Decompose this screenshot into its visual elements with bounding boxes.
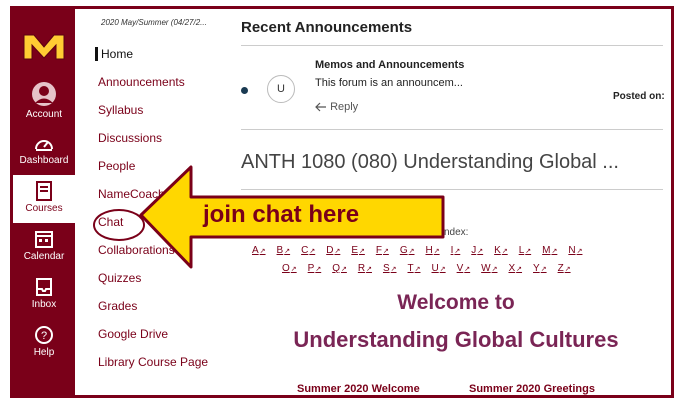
course-nav-people[interactable]: People <box>98 159 135 173</box>
index-link[interactable]: I <box>451 245 461 256</box>
nav-calendar-label: Calendar <box>23 251 65 262</box>
course-nav-grades[interactable]: Grades <box>98 299 137 313</box>
course-nav-discussions[interactable]: Discussions <box>98 131 162 145</box>
course-title: ANTH 1080 (080) Understanding Global ... <box>241 151 619 173</box>
course-nav-library[interactable]: Library Course Page <box>98 355 208 369</box>
summer-welcome-link[interactable]: Summer 2020 Welcome <box>297 383 420 395</box>
index-link[interactable]: T <box>408 263 421 274</box>
chat-highlight-circle <box>93 209 145 241</box>
nav-inbox[interactable]: Inbox <box>13 277 75 310</box>
welcome-heading-line2: Understanding Global Cultures <box>293 327 619 352</box>
nav-courses[interactable]: Courses <box>13 175 75 223</box>
index-link[interactable]: L <box>519 245 531 256</box>
index-link[interactable]: D <box>326 245 340 256</box>
nav-inbox-label: Inbox <box>31 299 57 310</box>
nav-dashboard[interactable]: Dashboard <box>13 135 75 166</box>
index-link[interactable]: A <box>252 245 266 256</box>
courses-icon <box>36 181 52 201</box>
term-label: 2020 May/Summer (04/27/2... <box>101 18 207 27</box>
index-link[interactable]: Z <box>558 263 571 274</box>
index-link[interactable]: Y <box>533 263 547 274</box>
nav-help[interactable]: ? Help <box>13 325 75 358</box>
nav-calendar[interactable]: Calendar <box>13 229 75 262</box>
announcement-excerpt: This forum is an announcem... <box>315 77 463 89</box>
callout-text: join chat here <box>203 201 360 228</box>
university-logo[interactable] <box>22 31 66 61</box>
index-link[interactable]: V <box>457 263 471 274</box>
course-nav-home[interactable]: Home <box>95 47 133 61</box>
help-icon: ? <box>35 326 53 344</box>
account-icon <box>32 82 56 106</box>
welcome-heading-line1: Welcome to <box>397 291 515 314</box>
reply-link[interactable]: Reply <box>315 101 358 113</box>
nav-account-label: Account <box>25 109 63 120</box>
index-link[interactable]: Q <box>332 263 347 274</box>
course-nav: 2020 May/Summer (04/27/2... Home Announc… <box>75 9 215 395</box>
index-link[interactable]: R <box>358 263 372 274</box>
index-link[interactable]: K <box>494 245 508 256</box>
nav-dashboard-label: Dashboard <box>19 155 69 166</box>
course-nav-syllabus[interactable]: Syllabus <box>98 103 143 117</box>
divider <box>241 129 663 130</box>
index-row-2: OPQRSTUVWXYZ <box>282 263 582 274</box>
index-link[interactable]: H <box>426 245 440 256</box>
index-link[interactable]: B <box>277 245 291 256</box>
course-nav-collaborations[interactable]: Collaborations <box>98 243 175 257</box>
index-link[interactable]: N <box>568 245 582 256</box>
index-link[interactable]: M <box>542 245 557 256</box>
divider <box>241 189 663 190</box>
global-nav: Account Dashboard Courses Calendar Inbox… <box>13 9 75 395</box>
posted-on: Posted on: <box>613 91 665 102</box>
divider <box>241 45 663 46</box>
course-nav-google-drive[interactable]: Google Drive <box>98 327 168 341</box>
nav-account[interactable]: Account <box>13 81 75 120</box>
index-link[interactable]: W <box>481 263 497 274</box>
course-nav-announcements[interactable]: Announcements <box>98 75 185 89</box>
index-link[interactable]: E <box>351 245 365 256</box>
index-link[interactable]: F <box>376 245 389 256</box>
nav-courses-label: Courses <box>25 203 63 214</box>
index-link[interactable]: X <box>508 263 522 274</box>
course-nav-quizzes[interactable]: Quizzes <box>98 271 141 285</box>
announcement-title[interactable]: Memos and Announcements <box>315 59 464 71</box>
index-label: ndex: <box>444 227 469 238</box>
canvas-window: Account Dashboard Courses Calendar Inbox… <box>10 6 674 398</box>
inbox-icon <box>36 278 52 296</box>
index-row-1: ABCDEFGHIJKLMN <box>252 245 593 256</box>
dashboard-icon <box>35 140 53 151</box>
recent-announcements-heading: Recent Announcements <box>241 19 413 36</box>
index-link[interactable]: J <box>471 245 483 256</box>
index-link[interactable]: U <box>432 263 446 274</box>
nav-help-label: Help <box>33 347 55 358</box>
reply-icon <box>315 102 326 112</box>
index-link[interactable]: O <box>282 263 297 274</box>
index-link[interactable]: C <box>301 245 315 256</box>
summer-greetings-link[interactable]: Summer 2020 Greetings <box>469 383 595 395</box>
avatar[interactable]: U <box>267 75 295 103</box>
index-link[interactable]: S <box>383 263 397 274</box>
svg-text:?: ? <box>41 330 47 342</box>
calendar-icon <box>35 231 53 248</box>
course-nav-namecoach[interactable]: NameCoach <box>98 187 165 201</box>
reply-label: Reply <box>330 101 359 113</box>
index-link[interactable]: P <box>308 263 322 274</box>
unread-dot <box>241 87 248 94</box>
index-link[interactable]: G <box>400 245 415 256</box>
